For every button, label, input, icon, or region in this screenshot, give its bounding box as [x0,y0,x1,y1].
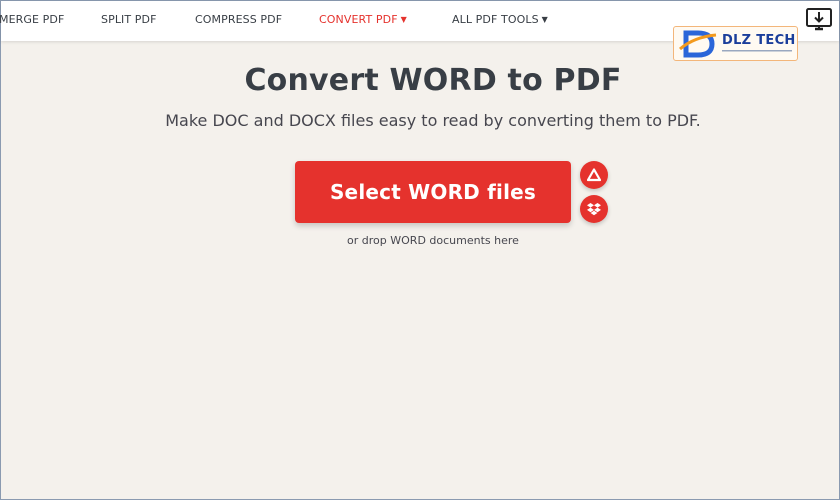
dropbox-button[interactable] [580,195,608,223]
page-subtitle: Make DOC and DOCX files easy to read by … [165,111,701,130]
nav-item-compress-pdf[interactable]: COMPRESS PDF [195,13,282,26]
nav-item-convert-pdf[interactable]: CONVERT PDF ▼ [319,13,407,26]
download-desktop-icon [806,8,832,31]
select-files-button[interactable]: Select WORD files [295,161,571,223]
drop-hint-text: or drop WORD documents here [347,234,519,247]
logo-tagline-decoration [722,49,792,54]
google-drive-button[interactable] [580,161,608,189]
dropbox-icon [587,203,601,216]
nav-item-label: SPLIT PDF [101,13,157,26]
nav-item-label: CONVERT PDF [319,13,398,26]
page-title: Convert WORD to PDF [244,63,622,98]
google-drive-icon [587,168,601,182]
logo-text: DLZ TECH [722,33,796,48]
nav-item-label: ALL PDF TOOLS [452,13,539,26]
nav-item-label: COMPRESS PDF [195,13,283,26]
nav-item-split-pdf[interactable]: SPLIT PDF [101,13,157,26]
logo-watermark: DLZ TECH [673,26,798,61]
logo-mark-icon [679,30,717,58]
nav-item-label: MERGE PDF [0,13,65,26]
nav-item-merge-pdf[interactable]: MERGE PDF [0,13,64,26]
caret-down-icon: ▼ [541,15,548,24]
download-desktop-button[interactable] [805,7,833,33]
caret-down-icon: ▼ [400,15,407,24]
nav-item-all-pdf-tools[interactable]: ALL PDF TOOLS ▼ [452,13,548,26]
